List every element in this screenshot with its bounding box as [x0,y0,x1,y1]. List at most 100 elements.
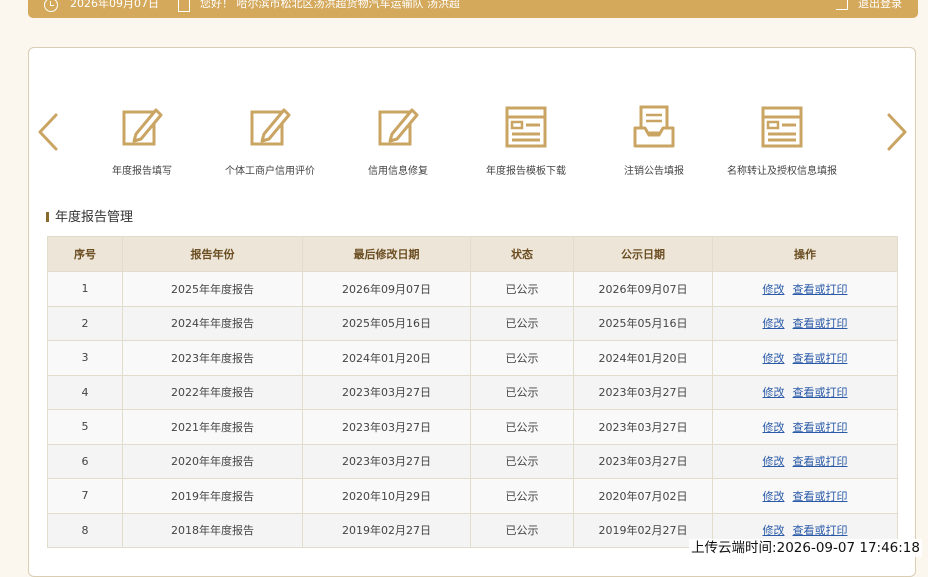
top-bar: 2026年09月07日 您好！ 哈尔滨市松北区汤洪超货物汽车运输队 汤洪超 退出… [28,0,918,18]
table-row: 1 2025年年度报告 2026年09月07日 已公示 2026年09月07日 … [47,271,898,307]
cell-published: 2025年05月16日 [573,305,713,341]
cell-no: 7 [47,478,123,514]
col-header-published: 公示日期 [573,236,713,272]
cell-no: 2 [47,305,123,341]
edit-link[interactable]: 修改 [763,386,785,399]
cell-no: 5 [47,409,123,445]
cell-published: 2026年09月07日 [573,271,713,307]
cell-actions: 修改 查看或打印 [712,478,898,514]
cell-modified: 2026年09月07日 [302,271,471,307]
cell-status: 已公示 [470,271,574,307]
carousel-next-button[interactable] [885,112,909,152]
edit-link[interactable]: 修改 [763,352,785,365]
inbox-doc-icon [633,105,675,148]
cell-actions: 修改 查看或打印 [712,340,898,376]
cell-published: 2024年01月20日 [573,340,713,376]
cell-no: 4 [47,374,123,410]
cell-modified: 2019年02月27日 [302,512,471,548]
cell-actions: 修改 查看或打印 [712,305,898,341]
document-icon [178,0,190,12]
logout-link[interactable]: 退出登录 [858,0,902,9]
edit-link[interactable]: 修改 [763,455,785,468]
cell-modified: 2023年03月27日 [302,409,471,445]
cell-year: 2019年年度报告 [122,478,303,514]
cell-status: 已公示 [470,478,574,514]
cell-year: 2021年年度报告 [122,409,303,445]
col-header-modified: 最后修改日期 [302,236,471,272]
cell-published: 2023年03月27日 [573,409,713,445]
cell-published: 2023年03月27日 [573,374,713,410]
edit-link[interactable]: 修改 [763,421,785,434]
logout-icon[interactable] [836,0,848,10]
view-print-link[interactable]: 查看或打印 [793,352,848,365]
view-print-link[interactable]: 查看或打印 [793,524,848,537]
cell-status: 已公示 [470,340,574,376]
edit-doc-icon [122,108,163,146]
cell-year: 2024年年度报告 [122,305,303,341]
col-header-no: 序号 [47,236,123,272]
section-title-text: 年度报告管理 [55,210,134,225]
col-header-year: 报告年份 [122,236,303,272]
cell-year: 2022年年度报告 [122,374,303,410]
cell-year: 2020年年度报告 [122,443,303,479]
user-greeting: 您好！ 哈尔滨市松北区汤洪超货物汽车运输队 汤洪超 [200,0,460,10]
table-header-row: 序号 报告年份 最后修改日期 状态 公示日期 操作 [47,236,898,272]
view-print-link[interactable]: 查看或打印 [793,386,848,399]
cell-status: 已公示 [470,512,574,548]
table-row: 3 2023年年度报告 2024年01月20日 已公示 2024年01月20日 … [47,340,898,376]
cell-published: 2023年03月27日 [573,443,713,479]
title-marker [46,211,49,222]
cell-actions: 修改 查看或打印 [712,374,898,410]
annual-report-table: 序号 报告年份 最后修改日期 状态 公示日期 操作 1 2025年年度报告 20… [47,236,898,548]
cell-actions: 修改 查看或打印 [712,271,898,307]
chevron-left-icon [38,113,58,151]
edit-link[interactable]: 修改 [763,490,785,503]
col-header-actions: 操作 [712,236,898,272]
cell-actions: 修改 查看或打印 [712,409,898,445]
view-print-link[interactable]: 查看或打印 [793,490,848,503]
chevron-right-icon [887,113,907,151]
cell-no: 3 [47,340,123,376]
current-date: 2026年09月07日 [70,0,159,10]
cell-status: 已公示 [470,409,574,445]
cell-year: 2018年年度报告 [122,512,303,548]
cell-actions: 修改 查看或打印 [712,443,898,479]
view-print-link[interactable]: 查看或打印 [793,421,848,434]
clock-icon [44,0,58,12]
view-print-link[interactable]: 查看或打印 [793,283,848,296]
cell-modified: 2020年10月29日 [302,478,471,514]
table-row: 5 2021年年度报告 2023年03月27日 已公示 2023年03月27日 … [47,409,898,445]
carousel-prev-button[interactable] [36,112,60,152]
cell-status: 已公示 [470,443,574,479]
edit-link[interactable]: 修改 [763,283,785,296]
cell-modified: 2025年05月16日 [302,305,471,341]
view-print-link[interactable]: 查看或打印 [793,317,848,330]
table-row: 7 2019年年度报告 2020年10月29日 已公示 2020年07月02日 … [47,478,898,514]
edit-doc-icon [250,108,291,146]
view-print-link[interactable]: 查看或打印 [793,455,848,468]
edit-link[interactable]: 修改 [763,524,785,537]
cell-modified: 2023年03月27日 [302,443,471,479]
table-row: 6 2020年年度报告 2023年03月27日 已公示 2023年03月27日 … [47,443,898,479]
cell-year: 2023年年度报告 [122,340,303,376]
cell-no: 6 [47,443,123,479]
cell-published: 2020年07月02日 [573,478,713,514]
table-row: 4 2022年年度报告 2023年03月27日 已公示 2023年03月27日 … [47,374,898,410]
upload-timestamp: 上传云端时间:2026-09-07 17:46:18 [689,539,922,557]
edit-doc-icon [378,108,419,146]
cell-status: 已公示 [470,305,574,341]
web-template-icon [505,106,547,148]
cell-no: 1 [47,271,123,307]
cell-modified: 2024年01月20日 [302,340,471,376]
col-header-status: 状态 [470,236,574,272]
shortcut-label: 名称转让及授权信息填报 [727,166,837,177]
table-row: 2 2024年年度报告 2025年05月16日 已公示 2025年05月16日 … [47,305,898,341]
cell-year: 2025年年度报告 [122,271,303,307]
cell-status: 已公示 [470,374,574,410]
section-title: 年度报告管理 [46,210,133,226]
edit-link[interactable]: 修改 [763,317,785,330]
shortcut-name-transfer[interactable]: 名称转让及授权信息填报 [707,104,857,178]
cell-no: 8 [47,512,123,548]
cell-modified: 2023年03月27日 [302,374,471,410]
web-template-icon [761,106,803,148]
